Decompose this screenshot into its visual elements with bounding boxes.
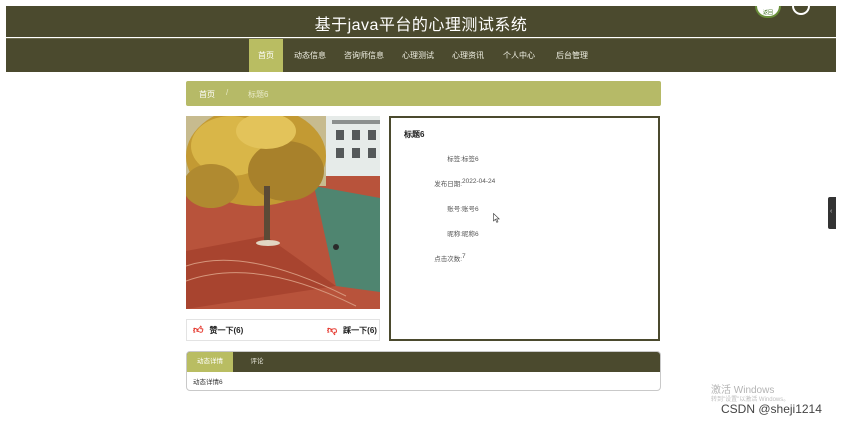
nav-item-user-center[interactable]: 个人中心: [498, 39, 540, 72]
detail-row-nickname: 昵称: 昵称6: [391, 228, 651, 238]
thumbs-down-label: 踩一下(6): [343, 326, 377, 335]
chevron-left-icon: ‹: [830, 208, 833, 215]
main-nav: 首页 动态信息 咨询师信息 心理测试 心理资讯 个人中心 后台管理: [6, 38, 836, 72]
return-badge-text: 返回: [762, 10, 773, 16]
detail-value: 账号6: [462, 206, 479, 213]
nav-item-psych-test[interactable]: 心理测试: [397, 39, 439, 72]
detail-label: 发布日期:: [434, 181, 462, 188]
nav-item-psych-info[interactable]: 心理资讯: [447, 39, 489, 72]
detail-panel: 标题6 标签: 标签6 发布日期: 2022-04-24 账号: 账号6 昵称:…: [389, 116, 660, 341]
thumbs-up-icon: 👍︎: [193, 324, 204, 336]
detail-label: 点击次数:: [434, 256, 462, 263]
csdn-credit: CSDN @sheji1214: [721, 402, 822, 416]
thumbs-up-button[interactable]: 👍︎ 赞一下(6): [193, 325, 243, 336]
news-image-graphic: [186, 116, 380, 309]
detail-label: 标签:: [447, 156, 462, 163]
thumbs-up-label: 赞一下(6): [209, 326, 244, 335]
breadcrumb-current: 标题6: [248, 90, 269, 99]
tabs-bar: 动态详情 评论: [187, 352, 660, 372]
side-collapse-tab[interactable]: ‹: [828, 197, 836, 229]
thumbs-down-button[interactable]: 👎︎ 踩一下(6): [327, 325, 377, 336]
news-image: [186, 116, 380, 309]
detail-label: 账号:: [447, 206, 462, 213]
detail-label: 昵称:: [447, 231, 462, 238]
nav-item-home[interactable]: 首页: [249, 39, 283, 72]
nav-item-news[interactable]: 动态信息: [289, 39, 331, 72]
vote-bar: 👍︎ 赞一下(6) 👎︎ 踩一下(6): [186, 319, 380, 341]
detail-row-clicks: 点击次数: 7: [391, 253, 651, 263]
mouse-cursor-icon: [493, 213, 500, 223]
breadcrumb-home[interactable]: 首页: [199, 89, 215, 100]
detail-value: 7: [462, 253, 466, 260]
breadcrumb: 首页 / 标题6: [186, 81, 661, 106]
detail-row-date: 发布日期: 2022-04-24: [391, 178, 651, 188]
detail-tabs: 动态详情 评论 动态详情6: [186, 351, 661, 391]
nav-item-admin[interactable]: 后台管理: [549, 39, 595, 72]
breadcrumb-separator: /: [226, 88, 229, 97]
detail-value: 标签6: [462, 156, 479, 163]
detail-title: 标题6: [404, 130, 425, 139]
thumbs-down-icon: 👎︎: [327, 324, 338, 336]
tab-news-detail[interactable]: 动态详情: [187, 352, 233, 372]
detail-row-tag: 标签: 标签6: [391, 153, 651, 163]
site-title: 基于java平台的心理测试系统: [314, 17, 528, 34]
nav-item-counselors[interactable]: 咨询师信息: [339, 39, 389, 72]
detail-value: 2022-04-24: [462, 178, 496, 185]
site-header: 基于java平台的心理测试系统 返回: [6, 6, 836, 37]
detail-value: 昵称6: [462, 231, 479, 238]
detail-row-account: 账号: 账号6: [391, 203, 651, 213]
tab-content: 动态详情6: [193, 379, 223, 386]
tab-comments[interactable]: 评论: [237, 352, 277, 372]
